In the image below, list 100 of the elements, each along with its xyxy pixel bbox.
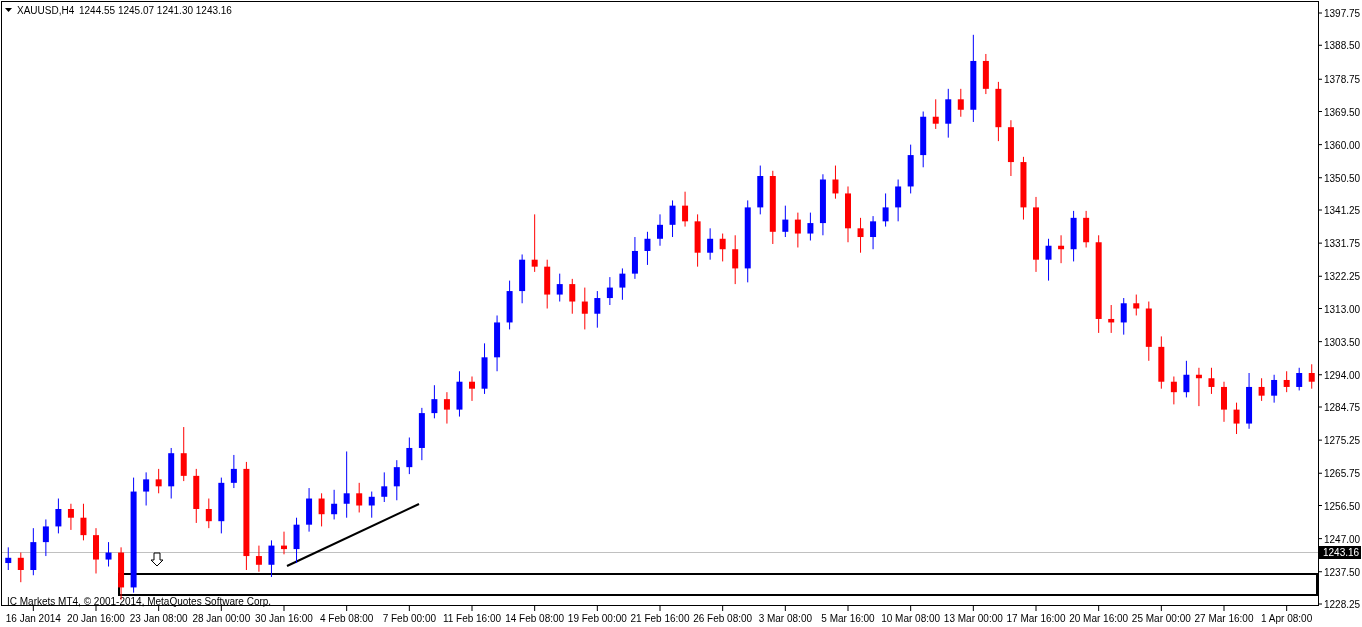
candlestick [1208,367,1215,395]
time-tick-label: 14 Feb 08:00 [505,613,565,624]
time-tick-label: 28 Jan 00:00 [192,613,251,624]
candlestick [1258,377,1265,402]
candlestick [581,287,588,330]
dropdown-icon[interactable] [5,8,12,12]
candlestick [1070,210,1077,262]
time-tick-label: 16 Jan 2014 [5,613,61,624]
time-tick-label: 4 Feb 08:00 [320,613,374,624]
candlestick [318,492,325,527]
price-tick-label: 1247.00 [1324,533,1361,545]
time-tick-label: 20 Jan 16:00 [67,613,125,624]
candlestick [281,531,287,555]
candlestick [1246,372,1253,430]
candlestick [255,545,262,573]
candlestick [368,491,375,519]
candlestick [1271,374,1278,404]
candlestick [794,212,801,248]
candlestick [669,199,676,238]
price-tick-label: 1313.00 [1324,303,1361,315]
time-tick-label: 23 Jan 08:00 [129,613,188,624]
time-tick-label: 1 Apr 08:00 [1261,613,1313,624]
candlestick [193,468,200,524]
candlestick [920,111,927,168]
candlestick [5,546,12,571]
quote-values: 1244.55 1245.07 1241.30 1243.16 [79,5,232,16]
time-tick-label: 20 Mar 16:00 [1069,613,1129,624]
price-tick-label: 1275.25 [1324,435,1361,447]
down-arrow-icon [150,552,164,567]
time-tick-label: 25 Mar 00:00 [1131,613,1191,624]
candlestick [381,471,388,503]
candlestick [443,391,450,425]
time-tick-label: 26 Feb 08:00 [693,613,753,624]
time-tick-label: 13 Mar 00:00 [943,613,1003,624]
time-tick-label: 27 Mar 16:00 [1194,613,1254,624]
candlestick [606,276,613,306]
candlestick [155,468,162,494]
candlestick [205,498,212,529]
candlestick [631,236,638,280]
candlestick [80,503,87,541]
candlestick [1233,402,1240,435]
price-tick-label: 1388.50 [1324,40,1361,52]
candlestick [995,81,1002,142]
candlestick [55,498,62,534]
candlestick [644,231,651,266]
price-tick-label: 1265.75 [1324,468,1361,480]
candlestick [1221,381,1227,423]
candlestick [1120,297,1127,336]
candlestick [882,192,889,228]
candlestick [819,173,826,236]
candlestick [30,527,37,576]
time-tick-label: 17 Mar 16:00 [1006,613,1066,624]
symbol-label: XAUUSD,H4 [17,5,75,16]
candlestick [807,212,814,241]
candlestick [143,471,150,506]
candlestick [1020,156,1027,221]
candlestick [93,527,99,574]
candlestick [757,165,764,215]
candlestick [393,459,400,501]
candlestick [356,482,363,513]
candlestick [105,541,112,567]
candlestick [431,384,438,419]
candlestick [1083,210,1090,248]
candlestick [1183,360,1190,398]
candlestick [456,370,463,418]
candlestick [331,489,338,520]
candlestick [619,267,626,301]
candlestick [932,98,939,130]
time-tick-label: 10 Mar 08:00 [881,613,941,624]
price-tick-label: 1228.25 [1324,599,1361,610]
candlestick [870,215,877,250]
price-tick-label: 1331.75 [1324,238,1361,250]
candlestick [343,450,350,519]
candlestick [907,144,914,194]
candlestick [895,179,902,222]
candlestick [481,342,488,395]
candlestick [469,376,475,402]
candlestick [694,213,701,268]
price-badge: 1243.16 [1319,546,1361,559]
candlestick [180,426,187,482]
candlestick [594,290,601,329]
candlestick [268,539,275,578]
candlestick [67,503,74,531]
price-tick-label: 1294.00 [1324,369,1361,381]
candlestick [218,477,225,534]
time-tick-label: 3 Mar 08:00 [758,613,812,624]
candlestick [957,88,964,118]
price-tick-label: 1360.00 [1324,139,1361,151]
price-tick-label: 1341.25 [1324,205,1361,216]
candlestick [506,280,513,330]
price-tick-label: 1284.75 [1324,402,1361,413]
price-tick-label: 1256.50 [1324,500,1361,512]
price-tick-label: 1397.75 [1324,8,1361,19]
candlestick [1170,376,1177,405]
candlestick [494,315,501,372]
candlestick [719,233,726,262]
candlestick [1296,367,1303,391]
candlestick [1195,367,1202,407]
price-tick-label: 1369.50 [1324,106,1361,118]
candlestick [682,191,689,228]
